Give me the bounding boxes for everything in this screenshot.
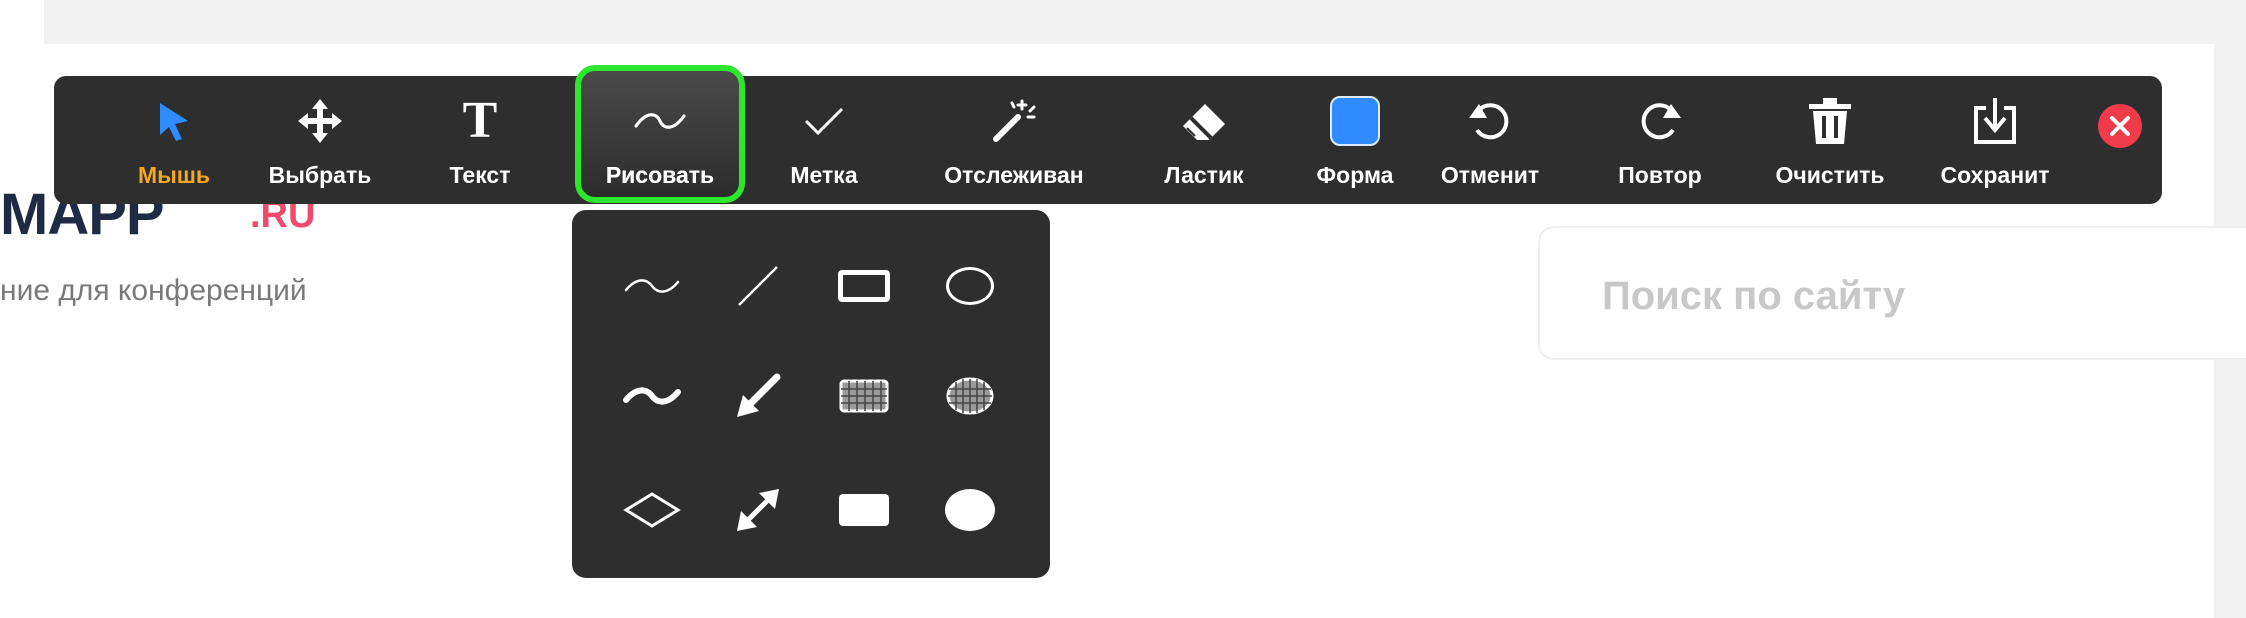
magic-wand-icon	[914, 94, 1114, 148]
rectangle-filled-icon[interactable]	[824, 480, 904, 540]
tool-label: Повтор	[1618, 162, 1702, 188]
squiggle-thick-icon[interactable]	[612, 366, 692, 426]
tool-label: Метка	[790, 162, 858, 188]
tool-draw-overlay[interactable]: Рисовать	[580, 76, 740, 204]
tool-undo[interactable]: Отменит	[1420, 76, 1560, 204]
tool-select[interactable]: Выбрать	[250, 76, 390, 204]
line-icon[interactable]	[718, 256, 798, 316]
ellipse-semi-transparent-icon[interactable]	[930, 366, 1010, 426]
tool-label: Очистить	[1775, 162, 1885, 188]
tool-shape[interactable]: Форма	[1290, 76, 1420, 204]
tool-stamp[interactable]: Метка	[754, 76, 894, 204]
draw-options-menu	[572, 210, 1050, 578]
diamond-outline-icon[interactable]	[612, 480, 692, 540]
checkmark-icon	[754, 94, 894, 148]
squiggle-thin-icon[interactable]	[612, 256, 692, 316]
tool-label: Форма	[1316, 162, 1394, 188]
shape-square-icon	[1290, 94, 1420, 148]
tool-text[interactable]: T Текст	[410, 76, 550, 204]
page-top-strip	[44, 0, 2214, 44]
redo-icon	[1590, 94, 1730, 148]
undo-icon	[1420, 94, 1560, 148]
tool-label: Ластик	[1164, 162, 1244, 188]
tool-label: Отменит	[1440, 162, 1540, 188]
trash-icon	[1760, 94, 1900, 148]
rectangle-semi-transparent-icon[interactable]	[824, 366, 904, 426]
tool-label: Отслеживан	[944, 162, 1084, 188]
tool-label: Рисовать	[605, 162, 715, 188]
double-arrow-icon[interactable]	[718, 480, 798, 540]
tool-mouse[interactable]: Мышь	[104, 76, 244, 204]
close-icon	[2110, 116, 2130, 136]
tool-label: Текст	[449, 162, 511, 188]
search-placeholder: Поиск по сайту	[1602, 274, 1906, 318]
tool-spotlight[interactable]: Отслеживан	[914, 76, 1114, 204]
arrow-icon[interactable]	[718, 366, 798, 426]
eraser-icon	[1134, 94, 1274, 148]
ellipse-filled-icon[interactable]	[930, 480, 1010, 540]
tool-label: Мышь	[137, 162, 211, 188]
move-icon	[250, 94, 390, 148]
ellipse-outline-icon[interactable]	[930, 256, 1010, 316]
tool-eraser[interactable]: Ластик	[1134, 76, 1274, 204]
close-button[interactable]	[2098, 104, 2142, 148]
tool-label: Выбрать	[268, 162, 372, 188]
site-tagline: ние для конференций	[0, 274, 307, 307]
tool-label: Сохранит	[1940, 162, 2050, 188]
save-icon	[1920, 94, 2070, 148]
rectangle-outline-icon[interactable]	[824, 256, 904, 316]
tool-redo[interactable]: Повтор	[1590, 76, 1730, 204]
draw-wave-icon	[580, 94, 740, 148]
annotation-toolbar: Мышь Выбрать T Текст Рисовать Метка Отсл…	[54, 76, 2162, 204]
tool-clear[interactable]: Очистить	[1760, 76, 1900, 204]
tool-save[interactable]: Сохранит	[1920, 76, 2070, 204]
search-field[interactable]: Поиск по сайту	[1538, 226, 2246, 360]
mouse-pointer-icon	[104, 94, 244, 148]
text-icon: T	[462, 92, 498, 149]
